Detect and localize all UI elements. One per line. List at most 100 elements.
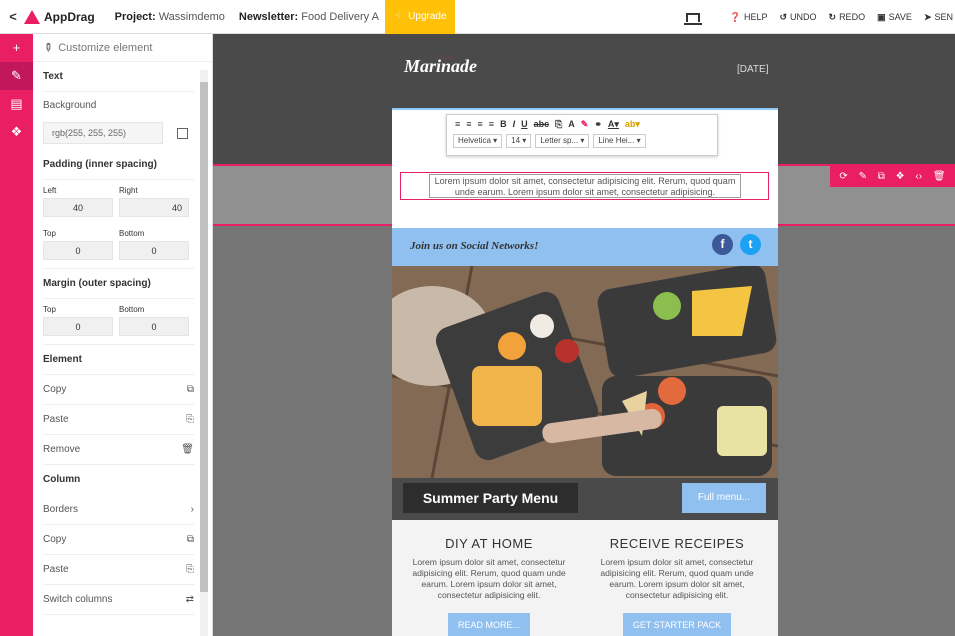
starter-pack-button[interactable]: GET STARTER PACK <box>622 613 732 636</box>
social-block[interactable]: Join us on Social Networks! f t <box>392 228 778 266</box>
twitter-icon[interactable]: t <box>740 234 761 255</box>
back-button[interactable]: < <box>6 9 20 24</box>
date-placeholder[interactable]: [DATE] <box>737 64 768 75</box>
column-switch[interactable]: Switch columns ⇄ <box>43 585 194 615</box>
newsletter-info[interactable]: Newsletter: Food Delivery At.. <box>239 11 379 23</box>
layers-icon[interactable]: ❖ <box>0 118 33 146</box>
margin-bottom-input[interactable]: 0 <box>119 317 189 336</box>
copy-icon: ⧉ <box>186 534 194 545</box>
undo-button[interactable]: ↺ UNDO <box>779 12 816 23</box>
summer-menu-block[interactable]: Summer Party Menu Full menu... <box>392 478 778 520</box>
brush-icon[interactable]: ✎ <box>859 171 867 182</box>
upgrade-label: Upgrade <box>408 10 447 22</box>
page-icon[interactable]: ▤ <box>0 90 33 118</box>
scrollbar-thumb[interactable] <box>200 82 208 592</box>
refresh-icon[interactable]: ⟳ <box>839 171 847 182</box>
align-center-icon[interactable]: ≡ <box>466 119 471 130</box>
left-rail: + ✎ ▤ ❖ <box>0 34 33 636</box>
line-height-select[interactable]: Line Hei... ▾ <box>593 134 646 148</box>
letter-spacing-value: Letter sp... <box>540 136 579 145</box>
summer-menu-title[interactable]: Summer Party Menu <box>403 483 578 513</box>
padding-bottom-input[interactable]: 0 <box>119 241 189 260</box>
element-remove-label: Remove <box>43 444 81 455</box>
underline-icon[interactable]: U <box>521 119 528 130</box>
copy-icon[interactable]: ⧉ <box>878 171 885 182</box>
intro-block[interactable]: Fresh Meals at Home ≡ ≡ ≡ ≡ B I U abc ⎘ … <box>392 108 778 228</box>
redo-button[interactable]: ↻ REDO <box>829 12 866 23</box>
element-copy-label: Copy <box>43 384 67 395</box>
letter-spacing-select[interactable]: Letter sp... ▾ <box>535 134 590 148</box>
toolbar-actions: ❓ HELP ↺ UNDO ↻ REDO ▣ SAVE ➤ SEN <box>683 0 955 34</box>
column-copy-label: Copy <box>43 534 67 545</box>
element-copy[interactable]: Copy ⧉ <box>43 375 194 405</box>
element-paste[interactable]: Paste ⎘ <box>43 405 194 435</box>
food-photo[interactable] <box>392 266 778 478</box>
padding-bottom-label: Bottom <box>119 229 145 238</box>
italic-icon[interactable]: I <box>513 119 516 130</box>
app-logo[interactable]: AppDrag <box>24 9 95 24</box>
code-icon[interactable]: ‹› <box>915 171 922 182</box>
align-left-icon[interactable]: ≡ <box>455 119 460 130</box>
transparent-checkbox[interactable] <box>177 127 188 139</box>
paste-format-icon[interactable]: ⎘ <box>555 119 562 130</box>
eraser-icon[interactable]: ✎ <box>581 119 589 130</box>
project-info[interactable]: Project: Wassimdemo <box>115 11 225 23</box>
font-family-select[interactable]: Helvetica ▾ <box>453 134 503 148</box>
padding-left-label: Left <box>43 186 57 195</box>
send-icon: ➤ <box>923 11 932 22</box>
margin-bottom-label: Bottom <box>119 305 145 314</box>
save-button[interactable]: ▣ SAVE <box>877 12 912 23</box>
undo-icon: ↺ <box>779 11 788 22</box>
layers-icon[interactable]: ❖ <box>896 171 905 182</box>
column-borders[interactable]: Borders › <box>43 495 194 525</box>
app-name: AppDrag <box>44 9 95 24</box>
column-right[interactable]: RECEIVE RECEIPES Lorem ipsum dolor sit a… <box>592 536 762 636</box>
brand-name[interactable]: Marinade <box>404 56 477 77</box>
column-left[interactable]: DIY AT HOME Lorem ipsum dolor sit amet, … <box>404 536 574 636</box>
element-toolbar: ⟳ ✎ ⧉ ❖ ‹› 🗑 <box>830 165 955 187</box>
column-paste[interactable]: Paste ⎘ <box>43 555 194 585</box>
two-column-block[interactable]: DIY AT HOME Lorem ipsum dolor sit amet, … <box>392 520 778 636</box>
social-text: Join us on Social Networks! <box>410 240 539 252</box>
highlight-icon[interactable]: ab▾ <box>625 119 640 130</box>
upgrade-button[interactable]: ⚡ Upgrade <box>384 0 455 34</box>
element-remove[interactable]: Remove 🗑 <box>43 435 194 465</box>
facebook-icon[interactable]: f <box>712 234 733 255</box>
add-icon[interactable]: + <box>0 34 33 62</box>
padding-left-input[interactable]: 40 <box>43 198 113 217</box>
line-height-value: Line Hei... <box>598 136 635 145</box>
trash-icon[interactable]: 🗑 <box>933 171 946 182</box>
background-label: Background <box>43 100 97 111</box>
clear-format-icon[interactable]: A <box>568 119 575 130</box>
font-size-value: 14 <box>511 136 521 145</box>
brush-icon[interactable]: ✎ <box>0 62 33 90</box>
background-color-input[interactable]: rgb(255, 255, 255) <box>43 122 163 144</box>
padding-right-input[interactable]: 40 <box>119 198 189 217</box>
read-more-button[interactable]: READ MORE... <box>447 613 530 636</box>
panel-title: Customize element <box>58 42 153 54</box>
col1-text: Lorem ipsum dolor sit amet, consectetur … <box>412 557 566 600</box>
padding-right-label: Right <box>119 186 138 195</box>
preview-device-icon[interactable] <box>683 12 702 25</box>
full-menu-button[interactable]: Full menu... <box>682 483 766 513</box>
strikethrough-icon[interactable]: abc <box>534 119 550 130</box>
bold-icon[interactable]: B <box>500 119 507 130</box>
intro-text[interactable]: Lorem ipsum dolor sit amet, consectetur … <box>429 174 741 198</box>
newsletter-name: Food Delivery At.. <box>301 10 379 23</box>
link-icon[interactable]: ⚭ <box>594 119 602 130</box>
font-size-select[interactable]: 14 ▾ <box>506 134 532 148</box>
send-button[interactable]: ➤ SEN <box>924 12 953 23</box>
element-title: Element <box>43 345 194 375</box>
chevron-right-icon: › <box>190 504 194 515</box>
help-button[interactable]: ❓ HELP <box>730 12 768 23</box>
align-right-icon[interactable]: ≡ <box>478 119 483 130</box>
font-color-icon[interactable]: A▾ <box>608 119 619 130</box>
margin-top-input[interactable]: 0 <box>43 317 113 336</box>
panel-scrollbar[interactable] <box>200 70 208 636</box>
paste-icon: ⎘ <box>186 564 194 575</box>
trash-icon: 🗑 <box>181 444 194 455</box>
project-name: Wassimdemo <box>158 10 225 23</box>
justify-icon[interactable]: ≡ <box>489 119 494 130</box>
padding-top-input[interactable]: 0 <box>43 241 113 260</box>
column-copy[interactable]: Copy ⧉ <box>43 525 194 555</box>
